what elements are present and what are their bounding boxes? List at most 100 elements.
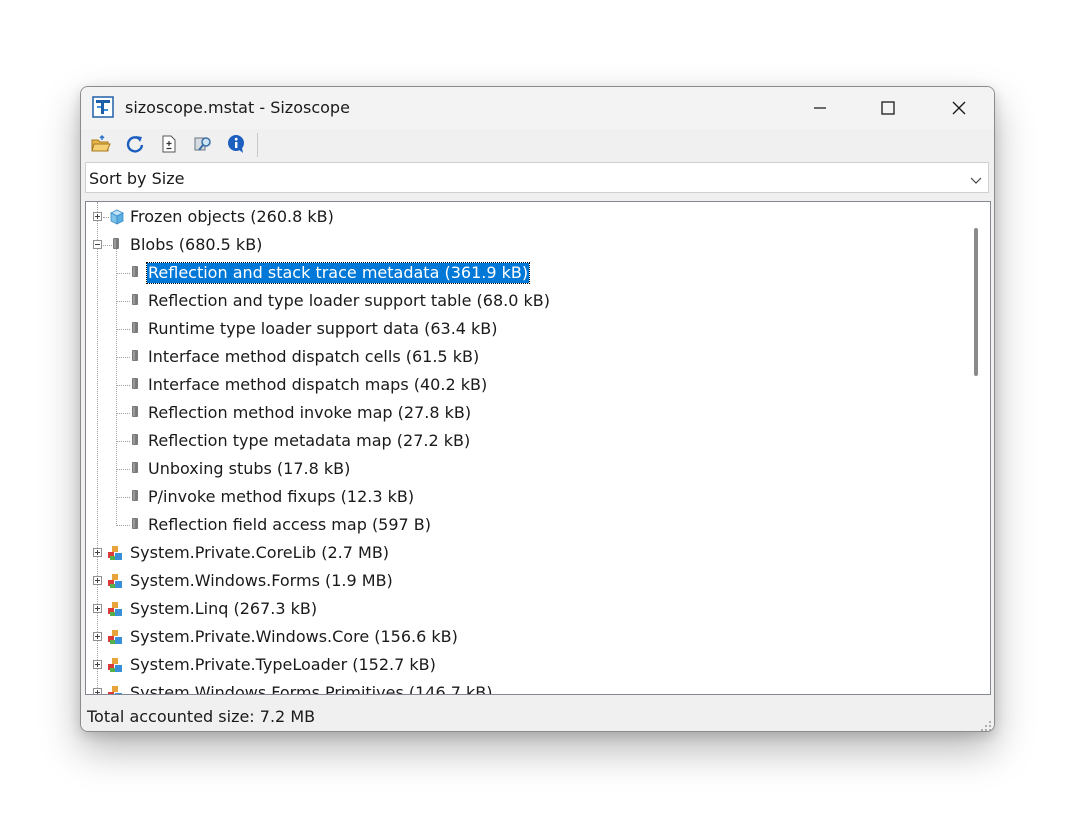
cube-icon [109, 209, 125, 225]
blob-icon [132, 294, 138, 305]
tree-item-label: Interface method dispatch cells (61.5 kB… [148, 347, 480, 366]
info-icon [228, 135, 244, 153]
tree-connector [116, 385, 130, 386]
tree-connector [116, 273, 130, 274]
tree-item-label: Reflection type metadata map (27.2 kB) [148, 431, 471, 450]
tree-item[interactable]: System.Private.TypeLoader (152.7 kB) [86, 651, 966, 679]
expand-icon[interactable] [93, 632, 102, 641]
blob-icon [132, 490, 138, 501]
tree-item-label: Reflection and type loader support table… [148, 291, 550, 310]
tree-item[interactable]: Reflection type metadata map (27.2 kB) [86, 427, 966, 455]
assembly-icon [107, 629, 123, 645]
tree-connector [116, 525, 130, 526]
find-button[interactable] [191, 133, 215, 155]
toolbar [81, 129, 994, 159]
find-icon [194, 137, 211, 151]
tree-item-label: P/invoke method fixups (12.3 kB) [148, 487, 415, 506]
blob-icon [132, 350, 138, 361]
tree-item-label: System.Windows.Forms.Primitives (146.7 k… [130, 683, 493, 695]
size-tree[interactable]: Frozen objects (260.8 kB) Blobs (680.5 k… [85, 201, 991, 695]
expand-icon[interactable] [93, 212, 102, 221]
tree-connector [116, 357, 130, 358]
blob-icon [132, 378, 138, 389]
sort-selected-value: Sort by Size [89, 169, 185, 188]
minimize-button[interactable] [788, 87, 852, 129]
refresh-button[interactable] [123, 133, 147, 155]
assembly-icon [107, 685, 123, 694]
blob-icon [132, 462, 138, 473]
diff-document-icon [162, 135, 176, 153]
tree-connector [116, 469, 130, 470]
assembly-icon [107, 545, 123, 561]
tree-item-label: Interface method dispatch maps (40.2 kB) [148, 375, 488, 394]
vertical-scrollbar[interactable] [966, 202, 990, 694]
expand-icon[interactable] [93, 548, 102, 557]
about-button[interactable] [225, 133, 249, 155]
tree-item[interactable]: Blobs (680.5 kB) [86, 231, 966, 259]
resize-grip-icon[interactable] [980, 717, 992, 731]
toolbar-separator [257, 133, 258, 157]
assembly-icon [107, 657, 123, 673]
tree-item-label: Frozen objects (260.8 kB) [130, 207, 334, 226]
scrollbar-thumb[interactable] [974, 228, 978, 376]
tree-item[interactable]: P/invoke method fixups (12.3 kB) [86, 483, 966, 511]
open-folder-icon [91, 135, 111, 152]
blob-icon [132, 518, 138, 529]
blob-icon [132, 322, 138, 333]
tree-item-label: Reflection method invoke map (27.8 kB) [148, 403, 472, 422]
sort-dropdown[interactable]: Sort by Size [85, 162, 989, 193]
app-window: sizoscope.mstat - Sizoscope Sort by Size… [80, 86, 995, 732]
tree-item-label: Runtime type loader support data (63.4 k… [148, 319, 498, 338]
tree-item[interactable]: Runtime type loader support data (63.4 k… [86, 315, 966, 343]
tree-connector [116, 413, 130, 414]
diff-button[interactable] [157, 133, 181, 155]
title-bar[interactable]: sizoscope.mstat - Sizoscope [81, 87, 994, 129]
tree-item[interactable]: Reflection field access map (597 B) [86, 511, 966, 539]
close-icon [952, 101, 966, 115]
tree-connector [116, 329, 130, 330]
tree-item-label: Unboxing stubs (17.8 kB) [148, 459, 351, 478]
tree-item-label: System.Private.CoreLib (2.7 MB) [130, 543, 390, 562]
expand-icon[interactable] [93, 576, 102, 585]
blob-icon [113, 238, 119, 249]
tree-item[interactable]: Reflection and stack trace metadata (361… [86, 259, 966, 287]
expand-icon[interactable] [93, 604, 102, 613]
open-button[interactable] [89, 133, 113, 155]
collapse-icon[interactable] [93, 240, 102, 249]
tree-item[interactable]: System.Windows.Forms.Primitives (146.7 k… [86, 679, 966, 695]
tree-item[interactable]: System.Linq (267.3 kB) [86, 595, 966, 623]
minimize-icon [814, 107, 826, 109]
expand-icon[interactable] [93, 688, 102, 694]
blob-icon [132, 266, 138, 277]
tree-item[interactable]: Reflection method invoke map (27.8 kB) [86, 399, 966, 427]
window-title: sizoscope.mstat - Sizoscope [125, 98, 350, 117]
expand-icon[interactable] [93, 660, 102, 669]
maximize-button[interactable] [856, 87, 920, 129]
tree-item[interactable]: Unboxing stubs (17.8 kB) [86, 455, 966, 483]
tree-connector [116, 497, 130, 498]
tree-item[interactable]: Interface method dispatch maps (40.2 kB) [86, 371, 966, 399]
tree-item-label: System.Linq (267.3 kB) [130, 599, 318, 618]
app-icon [92, 96, 114, 118]
tree-item-label: Reflection field access map (597 B) [148, 515, 432, 534]
tree-item[interactable]: Frozen objects (260.8 kB) [86, 203, 966, 231]
tree-item[interactable]: System.Private.Windows.Core (156.6 kB) [86, 623, 966, 651]
tree-item[interactable]: Reflection and type loader support table… [86, 287, 966, 315]
refresh-icon [126, 136, 144, 153]
tree-item[interactable]: System.Windows.Forms (1.9 MB) [86, 567, 966, 595]
chevron-down-icon [970, 171, 982, 190]
tree-item[interactable]: Interface method dispatch cells (61.5 kB… [86, 343, 966, 371]
tree-connector [116, 441, 130, 442]
tree-item-label: System.Windows.Forms (1.9 MB) [130, 571, 393, 590]
blob-icon [132, 406, 138, 417]
tree-item[interactable]: System.Private.CoreLib (2.7 MB) [86, 539, 966, 567]
assembly-icon [107, 573, 123, 589]
close-button[interactable] [927, 87, 991, 129]
tree-item-label: Blobs (680.5 kB) [130, 235, 263, 254]
tree-connector [116, 301, 130, 302]
tree-item-label: Reflection and stack trace metadata (361… [145, 262, 531, 284]
blob-icon [132, 434, 138, 445]
maximize-icon [881, 101, 895, 115]
assembly-icon [107, 601, 123, 617]
tree-connector [103, 245, 112, 246]
